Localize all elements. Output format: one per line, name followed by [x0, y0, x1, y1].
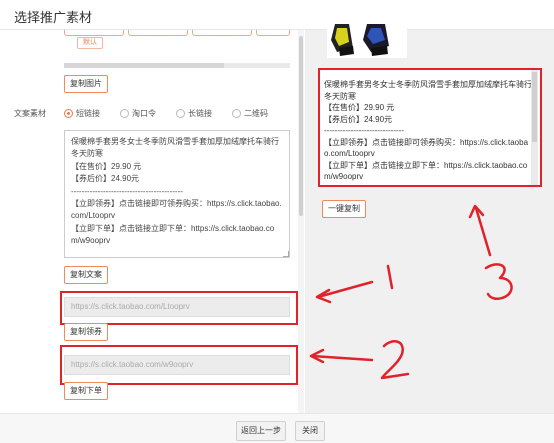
close-button[interactable]: 关闭 — [295, 421, 325, 441]
annotation-number-1 — [386, 264, 394, 290]
annotation-arrow-1 — [316, 280, 374, 299]
annotation-arrow-2 — [310, 354, 374, 362]
annotation-number-3 — [484, 263, 513, 301]
back-button[interactable]: 返回上一步 — [236, 421, 286, 441]
annotation-number-2 — [380, 340, 410, 380]
annotation-overlay — [309, 204, 513, 380]
